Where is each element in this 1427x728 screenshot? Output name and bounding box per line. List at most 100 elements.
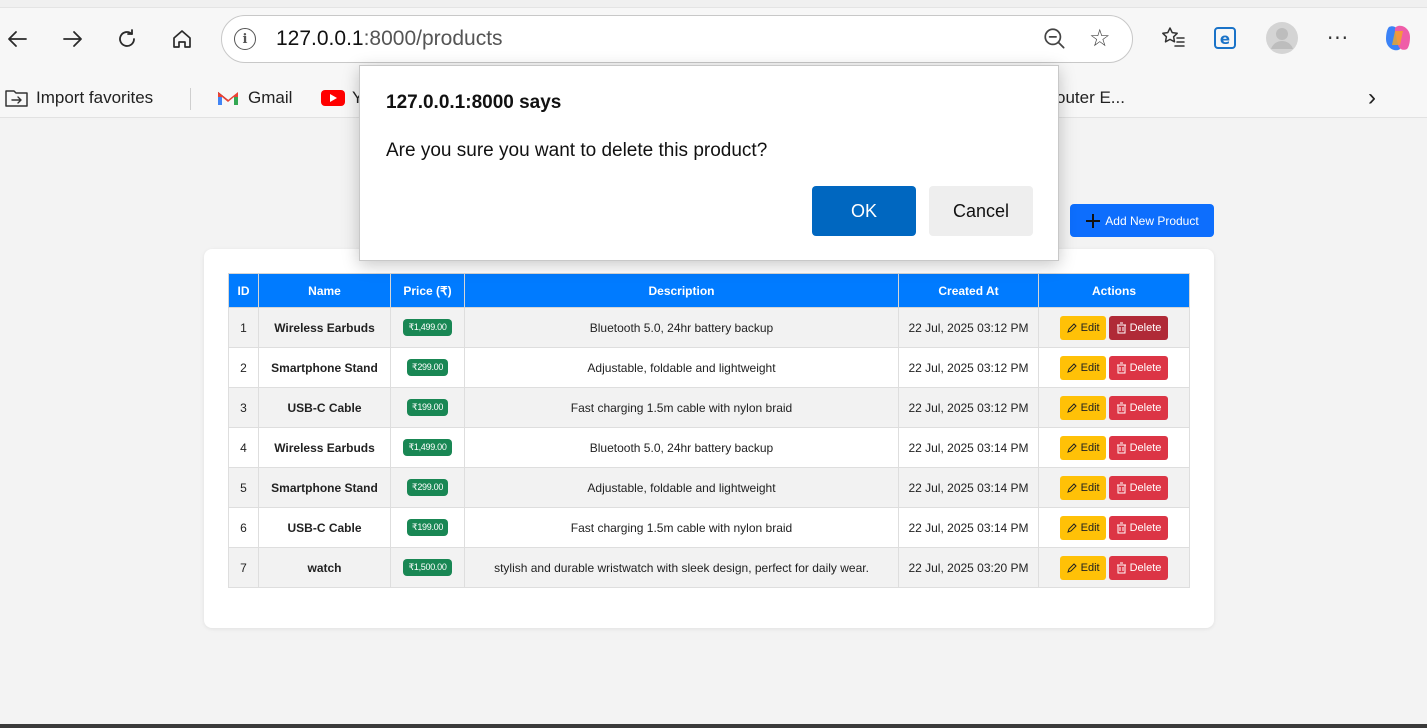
delete-label: Delete xyxy=(1129,561,1162,574)
back-arrow-icon xyxy=(8,31,27,47)
tab-strip-edge xyxy=(0,0,1427,8)
ie-mode-button[interactable]: e xyxy=(1207,20,1243,56)
delete-button[interactable]: Delete xyxy=(1108,475,1169,500)
taskbar-edge xyxy=(0,724,1427,728)
table-row: 6 USB-C Cable ₹199.00 Fast charging 1.5m ca… xyxy=(228,507,1190,548)
delete-label: Delete xyxy=(1129,401,1162,414)
bookmark-label: Gmail xyxy=(248,88,293,107)
products-table: ID Name Price (₹) Description Created At… xyxy=(228,273,1190,588)
more-menu-icon[interactable]: ··· xyxy=(1320,20,1356,56)
edit-button[interactable]: Edit xyxy=(1059,395,1106,420)
more-bookmarks-chevron-icon[interactable]: › xyxy=(1368,84,1376,112)
cell-name: Smartphone Stand xyxy=(258,347,391,388)
cell-actions: Edit Delete xyxy=(1038,467,1190,508)
delete-button[interactable]: Delete xyxy=(1108,355,1169,380)
pencil-icon xyxy=(1066,322,1077,333)
edit-button[interactable]: Edit xyxy=(1059,475,1106,500)
column-header-actions: Actions xyxy=(1038,273,1190,308)
delete-button[interactable]: Delete xyxy=(1108,315,1169,340)
edit-button[interactable]: Edit xyxy=(1059,555,1106,580)
cell-actions: Edit Delete xyxy=(1038,307,1190,348)
bookmark-computer[interactable]: outer E... xyxy=(1056,84,1125,112)
delete-button[interactable]: Delete xyxy=(1108,555,1169,580)
bookmark-youtube[interactable]: Y xyxy=(320,84,363,112)
cancel-button[interactable]: Cancel xyxy=(929,186,1033,236)
delete-button[interactable]: Delete xyxy=(1108,435,1169,460)
ok-button[interactable]: OK xyxy=(812,186,916,236)
delete-label: Delete xyxy=(1129,481,1162,494)
delete-button[interactable]: Delete xyxy=(1108,395,1169,420)
cell-description: Fast charging 1.5m cable with nylon brai… xyxy=(464,507,899,548)
home-icon xyxy=(173,30,191,48)
bookmark-import-favorites[interactable]: Import favorites xyxy=(4,84,153,112)
cell-name: USB-C Cable xyxy=(258,387,391,428)
cell-price: ₹1,500.00 xyxy=(390,547,465,588)
cell-name: USB-C Cable xyxy=(258,507,391,548)
cell-price: ₹299.00 xyxy=(390,467,465,508)
edit-button[interactable]: Edit xyxy=(1059,435,1106,460)
cell-price: ₹199.00 xyxy=(390,387,465,428)
zoom-out-icon[interactable] xyxy=(1042,26,1068,52)
favorites-button[interactable] xyxy=(1155,20,1191,56)
trash-icon xyxy=(1116,322,1126,333)
trash-icon xyxy=(1116,562,1126,573)
cell-id: 2 xyxy=(228,347,259,388)
trash-icon xyxy=(1116,442,1126,453)
forward-arrow-icon xyxy=(63,31,82,47)
cell-created-at: 22 Jul, 2025 03:20 PM xyxy=(898,547,1039,588)
profile-button[interactable] xyxy=(1264,20,1300,56)
edit-button[interactable]: Edit xyxy=(1059,355,1106,380)
add-new-product-button[interactable]: Add New Product xyxy=(1070,204,1214,237)
add-new-product-label: Add New Product xyxy=(1105,213,1199,228)
table-row: 5 Smartphone Stand ₹299.00 Adjustable, fold… xyxy=(228,467,1190,508)
price-badge: ₹199.00 xyxy=(406,519,449,536)
cell-actions: Edit Delete xyxy=(1038,507,1190,548)
svg-text:e: e xyxy=(1220,30,1230,48)
cell-price: ₹199.00 xyxy=(390,507,465,548)
back-button[interactable] xyxy=(0,22,34,56)
pencil-icon xyxy=(1066,362,1077,373)
price-badge: ₹1,499.00 xyxy=(403,319,452,336)
cell-price: ₹1,499.00 xyxy=(390,427,465,468)
table-row: 3 USB-C Cable ₹199.00 Fast charging 1.5m ca… xyxy=(228,387,1190,428)
bookmark-gmail[interactable]: Gmail xyxy=(216,84,292,112)
price-badge: ₹299.00 xyxy=(406,359,449,376)
copilot-button[interactable] xyxy=(1380,20,1416,56)
forward-button[interactable] xyxy=(56,22,90,56)
cell-description: stylish and durable wristwatch with slee… xyxy=(464,547,899,588)
refresh-icon xyxy=(119,29,135,47)
cell-actions: Edit Delete xyxy=(1038,427,1190,468)
edit-label: Edit xyxy=(1080,481,1100,494)
bookmark-label: Import favorites xyxy=(36,88,154,107)
cell-price: ₹1,499.00 xyxy=(390,307,465,348)
refresh-button[interactable] xyxy=(110,22,144,56)
table-header-row: ID Name Price (₹) Description Created At… xyxy=(228,273,1190,308)
edit-button[interactable]: Edit xyxy=(1059,315,1106,340)
cell-actions: Edit Delete xyxy=(1038,347,1190,388)
edit-button[interactable]: Edit xyxy=(1059,515,1106,540)
delete-label: Delete xyxy=(1129,321,1162,334)
delete-button[interactable]: Delete xyxy=(1108,515,1169,540)
favorite-star-icon[interactable]: ☆ xyxy=(1089,24,1111,52)
cell-description: Adjustable, foldable and lightweight xyxy=(464,347,899,388)
youtube-icon xyxy=(321,90,345,106)
address-url[interactable]: 127.0.0.1:8000/products xyxy=(276,27,503,51)
cell-actions: Edit Delete xyxy=(1038,387,1190,428)
cell-name: Wireless Earbuds xyxy=(258,427,391,468)
edit-label: Edit xyxy=(1080,321,1100,334)
home-button[interactable] xyxy=(165,22,199,56)
plus-icon xyxy=(1086,213,1101,228)
dialog-title: 127.0.0.1:8000 says xyxy=(386,92,562,113)
cell-created-at: 22 Jul, 2025 03:12 PM xyxy=(898,387,1039,428)
price-badge: ₹1,500.00 xyxy=(403,559,452,576)
cell-id: 7 xyxy=(228,547,259,588)
cell-description: Fast charging 1.5m cable with nylon brai… xyxy=(464,387,899,428)
cell-id: 1 xyxy=(228,307,259,348)
pencil-icon xyxy=(1066,522,1077,533)
cell-id: 4 xyxy=(228,427,259,468)
site-info-icon[interactable]: i xyxy=(234,28,256,50)
address-bar[interactable]: i 127.0.0.1:8000/products ☆ xyxy=(221,15,1133,63)
cell-id: 6 xyxy=(228,507,259,548)
cell-description: Bluetooth 5.0, 24hr battery backup xyxy=(464,427,899,468)
edit-label: Edit xyxy=(1080,521,1100,534)
